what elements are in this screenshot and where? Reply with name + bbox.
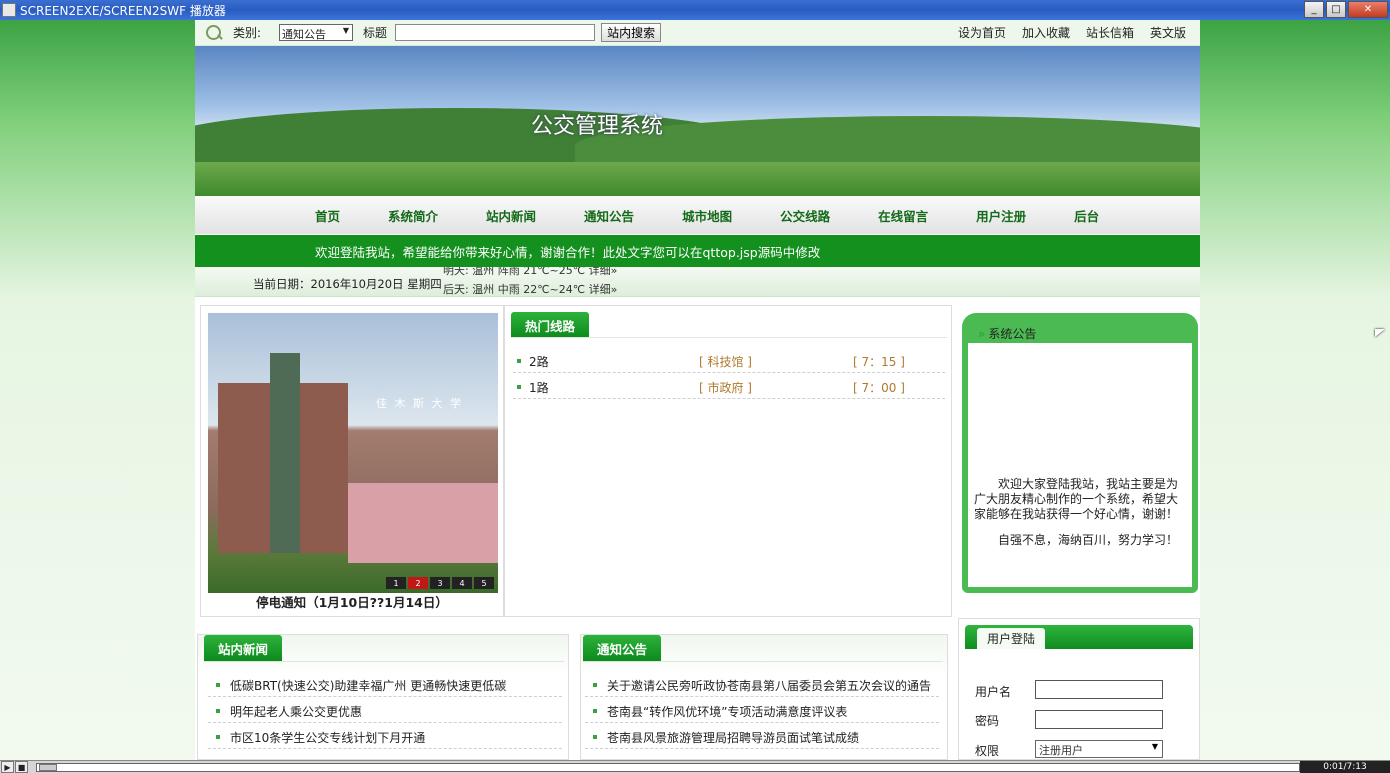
user-login-panel: 用户登陆 用户名 密码 权限 注册用户 [958,618,1200,760]
slide-page-5[interactable]: 5 [474,577,494,589]
password-input[interactable] [1035,710,1163,729]
system-notice-text: 欢迎大家登陆我站，我站主要是为广大朋友精心制作的一个系统，希望大家能够在我站获得… [974,477,1179,521]
system-notice-motto: 自强不息，海纳百川，努力学习！ [998,533,1179,547]
list-item[interactable]: 低碳BRT(快速公交)助建幸福广州 更通畅快速更低碳 [208,671,562,697]
weather-widget: 明天: 温州 阵雨 21℃~25℃ 详细» 后天: 温州 中雨 22℃~24℃ … [443,267,673,295]
app-icon [2,3,16,17]
route-time: [ 7：00 ] [853,381,905,395]
welcome-marquee: 欢迎登陆我站，希望能给你带来好心情，谢谢合作！此处文字您可以在qttop.jsp… [195,235,1200,267]
news-link[interactable]: 明年起老人乘公交更优惠 [230,703,560,720]
nav-messages[interactable]: 在线留言 [878,206,928,225]
category-select[interactable]: 通知公告 [279,24,354,41]
system-notice-panel: 系统公告 欢迎大家登陆我站，我站主要是为广大朋友精心制作的一个系统，希望大家能够… [958,305,1200,607]
seek-thumb[interactable] [39,764,57,771]
announcements-title: 通知公告 [583,635,662,661]
webmaster-mail-link[interactable]: 站长信箱 [1086,24,1134,41]
announcement-link[interactable]: 苍南县“转作风优环境”专项活动满意度评议表 [607,703,937,720]
weather-day-after: 后天: 温州 中雨 22℃~24℃ 详细» [443,283,618,295]
route-row[interactable]: 1路 [ 市政府 ] [ 7：00 ] [513,374,945,399]
route-row[interactable]: 2路 [ 科技馆 ] [ 7：15 ] [513,348,945,373]
weather-tomorrow: 明天: 温州 阵雨 21℃~25℃ 详细» [443,267,618,277]
list-item[interactable]: 苍南县“转作风优环境”专项活动满意度评议表 [585,697,939,723]
maximize-icon[interactable]: □ [1326,1,1346,18]
slide-page-3[interactable]: 3 [430,577,450,589]
news-link[interactable]: 市区10条学生公交专线计划下月开通 [230,729,560,746]
user-login-title: 用户登陆 [977,628,1046,649]
username-input[interactable] [1035,680,1163,699]
top-links: 设为首页 加入收藏 站长信箱 英文版 [958,24,1186,41]
banner-image: 公交管理系统 [195,46,1200,196]
category-label: 类别: [233,26,262,40]
nav-intro[interactable]: 系统简介 [388,206,438,225]
title-label: 标题 [363,26,388,40]
slide-page-4[interactable]: 4 [452,577,472,589]
player-control-bar: ▶ ■ 0:01/7:13 [0,760,1390,773]
seek-bar[interactable] [36,763,1300,772]
title-search-input[interactable] [395,24,596,41]
slide-page-1[interactable]: 1 [386,577,406,589]
campus-sign: 佳 木 斯 大 学 [376,397,463,410]
announcement-link[interactable]: 苍南县风景旅游管理局招聘导游员面试笔试成绩 [607,729,937,746]
play-icon[interactable]: ▶ [1,761,14,773]
marquee-text: 欢迎登陆我站，希望能给你带来好心情，谢谢合作！此处文字您可以在qttop.jsp… [315,244,821,260]
slide-page-2[interactable]: 2 [408,577,428,589]
set-homepage-link[interactable]: 设为首页 [958,24,1006,41]
nav-admin[interactable]: 后台 [1074,206,1099,225]
window-controls: _ □ ✕ [1304,1,1388,18]
stop-icon[interactable]: ■ [15,761,28,773]
current-date: 当前日期：2016年10月20日 星期四 [253,277,442,291]
list-item[interactable]: 苍南县风景旅游管理局招聘导游员面试笔试成绩 [585,723,939,749]
announcement-link[interactable]: 关于邀请公民旁听政协苍南县第八届委员会第五次会议的通告 [607,677,937,694]
mouse-cursor-icon [1375,329,1385,337]
route-name[interactable]: 2路 [529,353,549,370]
site-news-title: 站内新闻 [204,635,283,661]
slideshow-image[interactable]: 佳 木 斯 大 学 1 2 3 4 5 [208,313,498,593]
nav-home[interactable]: 首页 [315,206,340,225]
role-select[interactable]: 注册用户 [1035,740,1163,758]
nav-news[interactable]: 站内新闻 [486,206,536,225]
route-time: [ 7：15 ] [853,355,905,369]
route-name[interactable]: 1路 [529,379,549,396]
site-name: 公交管理系统 [531,114,664,139]
date-weather-bar: 当前日期：2016年10月20日 星期四 明天: 温州 阵雨 21℃~25℃ 详… [195,267,1200,297]
password-label: 密码 [975,714,1000,728]
close-icon[interactable]: ✕ [1348,1,1388,18]
search-icon [203,23,225,43]
route-stop: [ 科技馆 ] [699,355,752,369]
site-search-button[interactable]: 站内搜索 [601,23,662,42]
site-news-panel: 站内新闻 低碳BRT(快速公交)助建幸福广州 更通畅快速更低碳 明年起老人乘公交… [197,634,569,760]
minimize-icon[interactable]: _ [1304,1,1324,18]
nav-city-map[interactable]: 城市地图 [682,206,732,225]
announcements-panel: 通知公告 关于邀请公民旁听政协苍南县第八届委员会第五次会议的通告 苍南县“转作风… [580,634,948,760]
nav-announcements[interactable]: 通知公告 [584,206,634,225]
list-item[interactable]: 明年起老人乘公交更优惠 [208,697,562,723]
main-nav: 首页 系统简介 站内新闻 通知公告 城市地图 公交线路 在线留言 用户注册 后台 [195,196,1200,234]
add-favorite-link[interactable]: 加入收藏 [1022,24,1070,41]
site-container: 类别: 通知公告 标题 站内搜索 设为首页 加入收藏 站长信箱 英文版 公交管理… [195,20,1200,760]
playback-time: 0:01/7:13 [1300,761,1390,773]
username-label: 用户名 [975,685,1012,699]
nav-bus-routes[interactable]: 公交线路 [780,206,830,225]
window-title: SCREEN2EXE/SCREEN2SWF 播放器 [20,3,226,18]
hot-routes-title: 热门线路 [511,312,590,338]
system-notice-title: 系统公告 [978,325,1036,342]
list-item[interactable]: 关于邀请公民旁听政协苍南县第八届委员会第五次会议的通告 [585,671,939,697]
slideshow-caption[interactable]: 停电通知（1月10日??1月14日） [201,592,503,611]
nav-register[interactable]: 用户注册 [976,206,1026,225]
list-item[interactable]: 市区10条学生公交专线计划下月开通 [208,723,562,749]
hot-routes-panel: 热门线路 2路 [ 科技馆 ] [ 7：15 ] 1路 [ 市政府 ] [ 7：… [504,305,952,617]
slideshow-pager: 1 2 3 4 5 [386,577,494,589]
slideshow-panel: 佳 木 斯 大 学 1 2 3 4 5 停电通知（1月10日??1月14日） [200,305,504,617]
news-link[interactable]: 低碳BRT(快速公交)助建幸福广州 更通畅快速更低碳 [230,677,560,694]
window-title-bar: SCREEN2EXE/SCREEN2SWF 播放器 _ □ ✕ [0,0,1390,20]
top-search-bar: 类别: 通知公告 标题 站内搜索 设为首页 加入收藏 站长信箱 英文版 [195,20,1200,46]
english-version-link[interactable]: 英文版 [1150,24,1186,41]
role-label: 权限 [975,744,1000,758]
route-stop: [ 市政府 ] [699,381,752,395]
